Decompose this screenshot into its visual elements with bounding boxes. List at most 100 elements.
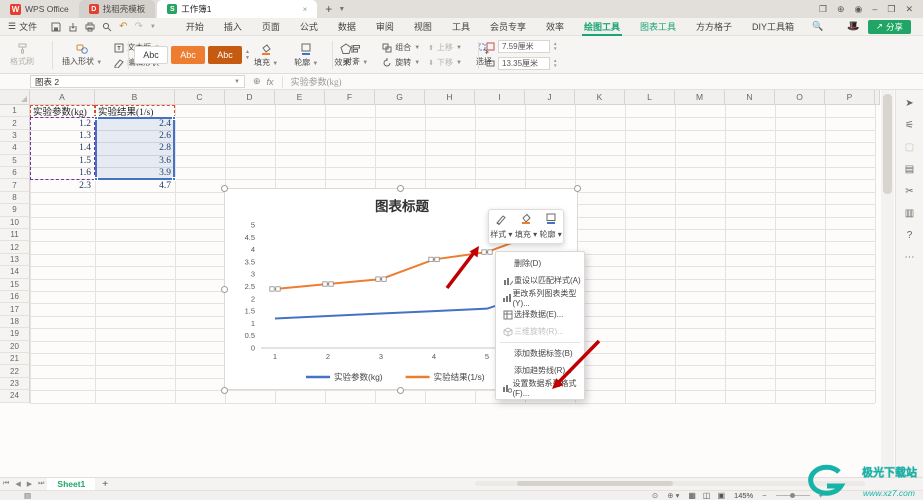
column-header-F[interactable]: F <box>325 90 375 105</box>
menu-tab-数据[interactable]: 数据 <box>328 18 366 36</box>
search-icon[interactable]: 🔍 <box>804 21 831 32</box>
formula-input[interactable]: 实验参数(kg) <box>281 75 342 88</box>
print-icon[interactable] <box>85 22 95 32</box>
context-menu-item-添加数据标签B[interactable]: 添加数据标签(B) <box>496 345 584 362</box>
context-menu-item-更改系列图表类型Y[interactable]: 更改系列图表类型(Y)... <box>496 289 584 308</box>
context-menu-item-选择数据E[interactable]: 选择数据(E)... <box>496 306 584 323</box>
horizontal-scrollbar-thumb[interactable] <box>517 481 673 486</box>
send-backward-button[interactable]: ⬇ 下移 ▼ <box>428 57 462 68</box>
cell-b1[interactable]: 实验结果(1/s) <box>98 105 173 117</box>
menu-tab-方方格子[interactable]: 方方格子 <box>686 18 742 36</box>
horizontal-scrollbar[interactable] <box>475 481 865 486</box>
column-header-J[interactable]: J <box>525 90 575 105</box>
row-header-1[interactable]: 1 <box>0 105 30 118</box>
cell-a4[interactable]: 1.4 <box>33 142 91 154</box>
accessibility-icon[interactable]: ▤ <box>0 491 31 500</box>
menu-tab-会员专享[interactable]: 会员专享 <box>480 18 536 36</box>
menu-tab-绘图工具[interactable]: 绘图工具 <box>574 18 630 36</box>
help-icon[interactable]: ? <box>907 230 913 241</box>
cell-b3[interactable]: 2.6 <box>98 130 171 142</box>
doc-tab-docer[interactable]: D 找稻壳模板 <box>78 0 156 18</box>
minimize-icon[interactable]: – <box>872 4 877 14</box>
new-tab-button[interactable]: + <box>319 2 338 16</box>
context-menu-item-添加趋势线R[interactable]: 添加趋势线(R)... <box>496 362 584 379</box>
qat-dropdown-icon[interactable]: ▼ <box>150 24 156 30</box>
cell-a5[interactable]: 1.5 <box>33 155 91 167</box>
row-header-20[interactable]: 20 <box>0 340 30 353</box>
height-stepper[interactable]: ▲ ▼ <box>553 41 557 51</box>
book-icon[interactable]: ▥ <box>905 208 914 219</box>
row-header-8[interactable]: 8 <box>0 191 30 205</box>
mini-toolbar-填充[interactable]: 填充 ▾ <box>514 210 539 243</box>
name-box[interactable]: 图表 2 ▼ <box>30 75 245 88</box>
row-header-22[interactable]: 22 <box>0 365 30 378</box>
column-header-B[interactable]: B <box>95 90 175 105</box>
menu-tab-视图[interactable]: 视图 <box>404 18 442 36</box>
name-box-dropdown-icon[interactable]: ▼ <box>234 79 240 85</box>
cell-a6[interactable]: 1.6 <box>33 167 91 179</box>
prev-sheet-icon[interactable]: ◀ <box>12 480 23 488</box>
menu-tab-效率[interactable]: 效率 <box>536 18 574 36</box>
sheet-tab-sheet1[interactable]: Sheet1 <box>47 477 96 491</box>
row-header-7[interactable]: 7 <box>0 179 30 192</box>
undo-icon[interactable]: ↶ <box>119 21 127 32</box>
column-header-E[interactable]: E <box>275 90 325 105</box>
context-menu-item-设置数据系列格式F[interactable]: 设置数据系列格式(F)... <box>496 379 584 398</box>
first-sheet-icon[interactable]: ⏮ <box>0 480 12 488</box>
shape-outline-button[interactable]: 轮廓 ▼ <box>288 37 324 73</box>
mini-toolbar-样式[interactable]: 样式 ▾ <box>489 210 514 243</box>
redo-icon[interactable]: ↷ <box>134 21 142 32</box>
column-header-K[interactable]: K <box>575 90 625 105</box>
row-header-4[interactable]: 4 <box>0 142 30 155</box>
row-header-11[interactable]: 11 <box>0 229 30 242</box>
insert-shape-button[interactable]: 插入形状 ▼ <box>56 37 108 73</box>
menu-tab-审阅[interactable]: 审阅 <box>366 18 404 36</box>
image-icon[interactable]: ▤ <box>905 164 914 175</box>
zoom-level[interactable]: 145% <box>734 491 753 500</box>
skin-icon[interactable]: ⊕ <box>837 4 845 15</box>
row-header-24[interactable]: 24 <box>0 390 30 403</box>
shape-style-orange[interactable]: Abc <box>171 46 205 64</box>
chart-selection-handle[interactable] <box>396 386 404 394</box>
more-icon[interactable]: ⋯ <box>905 252 915 263</box>
menu-tab-DIY工具箱[interactable]: DIY工具箱 <box>742 18 804 36</box>
share-button[interactable]: ↗ 分享 <box>867 19 911 34</box>
pin-icon[interactable]: ❐ <box>819 4 827 15</box>
column-header-M[interactable]: M <box>675 90 725 105</box>
row-header-10[interactable]: 10 <box>0 216 30 229</box>
close-tab-icon[interactable]: × <box>303 5 308 14</box>
group-button[interactable]: 组合 ▼ <box>382 42 420 53</box>
normal-view-icon[interactable]: ▦ <box>688 491 696 500</box>
next-sheet-icon[interactable]: ▶ <box>24 480 35 488</box>
cell-b2[interactable]: 2.4 <box>98 117 171 129</box>
add-sheet-button[interactable]: + <box>95 479 115 490</box>
cell-a3[interactable]: 1.3 <box>33 130 91 142</box>
row-header-13[interactable]: 13 <box>0 253 30 267</box>
cell-b6[interactable]: 3.9 <box>98 167 171 179</box>
select-all-corner[interactable] <box>0 90 30 105</box>
zoom-in-icon[interactable]: + <box>819 491 823 500</box>
cell-a7[interactable]: 2.3 <box>33 179 91 191</box>
column-header-P[interactable]: P <box>825 90 875 105</box>
app-logo[interactable]: W WPS Office <box>0 0 79 18</box>
context-menu-item-重设以匹配样式A[interactable]: 重设以匹配样式(A) <box>496 272 584 289</box>
chart-selection-handle[interactable] <box>220 184 228 192</box>
chart-selection-handle[interactable] <box>220 386 228 394</box>
locate-icon[interactable]: ⊕ ▾ <box>667 491 679 500</box>
column-header-O[interactable]: O <box>775 90 825 105</box>
row-header-16[interactable]: 16 <box>0 291 30 304</box>
user-icon[interactable]: ◉ <box>855 4 863 15</box>
vertical-scrollbar[interactable] <box>881 90 894 477</box>
row-header-14[interactable]: 14 <box>0 266 30 279</box>
menu-tab-公式[interactable]: 公式 <box>290 18 328 36</box>
shape-style-plain[interactable]: Abc <box>134 46 168 64</box>
shape-fill-button[interactable]: 填充 ▼ <box>248 37 284 73</box>
row-header-15[interactable]: 15 <box>0 278 30 291</box>
column-header-I[interactable]: I <box>475 90 525 105</box>
align-button[interactable]: 对齐 ▼ <box>338 37 374 73</box>
menu-tab-开始[interactable]: 开始 <box>176 18 214 36</box>
column-header-A[interactable]: A <box>30 90 95 105</box>
shape-icon[interactable]: ▢ <box>905 142 914 153</box>
row-header-9[interactable]: 9 <box>0 204 30 217</box>
page-layout-view-icon[interactable]: ▣ <box>717 491 725 500</box>
